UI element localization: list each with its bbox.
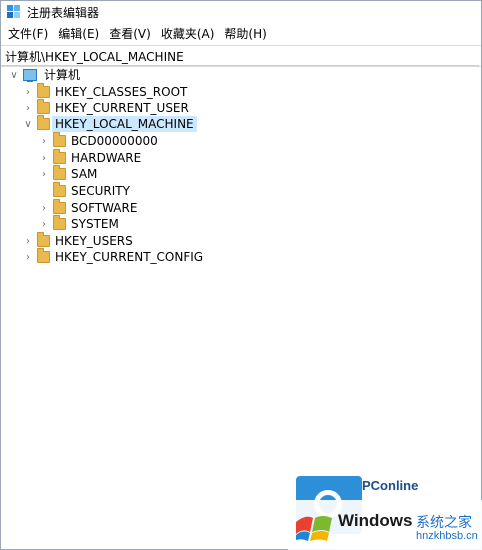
tree-node-label: HKEY_CLASSES_ROOT (55, 85, 188, 99)
tree-node-label: SAM (71, 167, 98, 181)
menu-view[interactable]: 查看(V) (104, 25, 156, 42)
address-path: 计算机\HKEY_LOCAL_MACHINE (5, 49, 184, 64)
tree-node-label: SYSTEM (71, 217, 119, 231)
chevron-right-icon[interactable]: › (39, 216, 49, 232)
tree-node-hardware[interactable]: › HARDWARE (39, 149, 144, 166)
folder-icon (37, 83, 50, 98)
tree-node-bcd[interactable]: › BCD00000000 (39, 132, 161, 149)
chevron-right-icon[interactable]: › (23, 84, 33, 100)
folder-icon (53, 199, 66, 214)
menu-favorites[interactable]: 收藏夹(A) (156, 25, 220, 42)
folder-icon (53, 132, 66, 147)
tree-node-software[interactable]: › SOFTWARE (39, 199, 140, 216)
window-title: 注册表编辑器 (27, 5, 100, 20)
tree-node-sam[interactable]: › SAM (39, 165, 100, 182)
tree-node-hkey-local-machine[interactable]: ∨ HKEY_LOCAL_MACHINE (23, 115, 197, 132)
tree-node-hkey-users[interactable]: › HKEY_USERS (23, 232, 136, 249)
folder-icon (53, 182, 66, 197)
menu-bar: 文件(F) 编辑(E) 查看(V) 收藏夹(A) 帮助(H) (1, 23, 481, 43)
chevron-right-icon[interactable]: › (23, 100, 33, 116)
windows-logo-icon (296, 516, 332, 541)
watermark-site-cn: 系统之家 (416, 515, 472, 531)
folder-open-icon (37, 115, 50, 130)
tree-node-hkey-current-user[interactable]: › HKEY_CURRENT_USER (23, 99, 192, 116)
chevron-down-icon[interactable]: ∨ (23, 116, 33, 132)
menu-edit[interactable]: 编辑(E) (53, 25, 104, 42)
registry-editor-icon (7, 5, 21, 19)
tree-node-label: HKEY_USERS (55, 234, 133, 248)
title-bar[interactable]: 注册表编辑器 (1, 1, 481, 23)
tree-node-label: 计算机 (44, 68, 81, 82)
watermark-site-url: hnzkhbsb.cn (416, 530, 478, 542)
chevron-right-icon[interactable]: › (39, 133, 49, 149)
watermark: PConline Windows 系统之家 hnzkhbsb.cn (282, 470, 482, 550)
tree-node-hkey-classes-root[interactable]: › HKEY_CLASSES_ROOT (23, 83, 190, 100)
address-bar[interactable]: 计算机\HKEY_LOCAL_MACHINE (1, 45, 481, 67)
tree-node-label: HKEY_LOCAL_MACHINE (52, 116, 197, 132)
tree-node-label: HARDWARE (71, 151, 142, 165)
watermark-brand: PConline (362, 478, 419, 493)
tree-node-hkey-current-config[interactable]: › HKEY_CURRENT_CONFIG (23, 248, 206, 265)
tree-node-label: SOFTWARE (71, 201, 138, 215)
tree-node-security[interactable]: › SECURITY (39, 182, 133, 199)
chevron-right-icon[interactable]: › (23, 249, 33, 265)
folder-icon (53, 149, 66, 164)
tree-node-system[interactable]: › SYSTEM (39, 215, 122, 232)
folder-icon (37, 99, 50, 114)
chevron-right-icon[interactable]: › (39, 200, 49, 216)
folder-icon (37, 232, 50, 247)
tree-node-computer[interactable]: ∨ 计算机 (9, 67, 83, 83)
chevron-right-icon[interactable]: › (23, 233, 33, 249)
tree-node-label: HKEY_CURRENT_CONFIG (55, 250, 204, 264)
watermark-windows: Windows (338, 511, 413, 530)
folder-icon (37, 248, 50, 263)
menu-file[interactable]: 文件(F) (3, 25, 53, 42)
computer-icon (23, 69, 37, 82)
tree-node-label: BCD00000000 (71, 134, 158, 148)
chevron-down-icon[interactable]: ∨ (9, 67, 19, 83)
chevron-right-icon[interactable]: › (39, 150, 49, 166)
tree-indent-spacer: › (39, 183, 49, 199)
folder-icon (53, 215, 66, 230)
registry-editor-window: 注册表编辑器 文件(F) 编辑(E) 查看(V) 收藏夹(A) 帮助(H) 计算… (0, 0, 482, 550)
tree-node-label: HKEY_CURRENT_USER (55, 101, 189, 115)
chevron-right-icon[interactable]: › (39, 166, 49, 182)
tree-node-label: SECURITY (71, 184, 130, 198)
menu-help[interactable]: 帮助(H) (219, 25, 271, 42)
folder-icon (53, 165, 66, 180)
